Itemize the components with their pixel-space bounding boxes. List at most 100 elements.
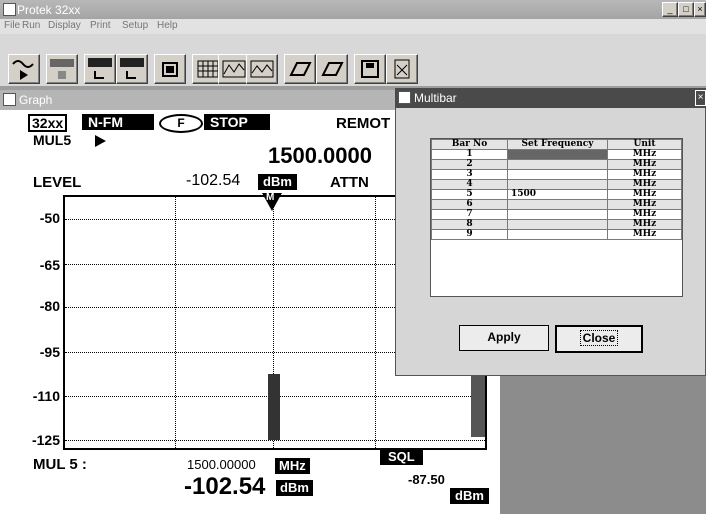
menu-display[interactable]: Display	[48, 20, 81, 31]
bottom-level-unit: dBm	[276, 480, 313, 496]
close-button-label: Close	[579, 330, 619, 346]
table-header: Bar No	[431, 139, 508, 150]
y-tick-label: -50	[39, 210, 60, 226]
bar-number-cell: 3	[431, 169, 508, 180]
unit-cell: MHz	[607, 209, 682, 220]
display-icon[interactable]	[154, 54, 186, 84]
bottom-frequency: 1500.00000	[187, 457, 256, 472]
waveform-play-icon[interactable]	[8, 54, 40, 84]
set-frequency-cell[interactable]	[507, 179, 608, 190]
unit-cell: MHz	[607, 199, 682, 210]
graph-title: Graph	[19, 93, 53, 107]
bottom-mul-label: MUL 5 :	[33, 456, 87, 473]
maximize-button[interactable]: □	[678, 2, 694, 17]
unit-cell: MHz	[607, 169, 682, 180]
marker-label: M	[266, 192, 275, 203]
set-frequency-cell[interactable]: 1500	[507, 189, 608, 200]
grid-line	[175, 197, 176, 448]
freq-up-icon[interactable]	[84, 54, 116, 84]
bottom-level: -102.54	[184, 473, 266, 500]
level-unit: dBm	[258, 174, 297, 190]
y-tick-label: -80	[39, 298, 60, 314]
y-tick-label: -125	[31, 432, 60, 448]
print-icon[interactable]	[284, 54, 316, 84]
set-frequency-cell[interactable]	[507, 199, 608, 210]
graph-window-icon	[3, 93, 16, 106]
set-frequency-cell[interactable]	[507, 209, 608, 220]
frequency-readout: 1500.0000	[268, 143, 372, 168]
y-tick-label: -95	[39, 344, 60, 360]
sql-unit: dBm	[450, 488, 489, 504]
table-row: 6 MHz	[431, 199, 682, 210]
grid-line	[65, 440, 485, 441]
unit-cell: MHz	[607, 159, 682, 170]
multibar-title-bar: Multibar ×	[395, 88, 706, 108]
menu-file[interactable]: File	[4, 20, 20, 31]
multibar-table-container: Bar No Set Frequency Unit 1 MHz 2 MHz 3 MHz 4 M…	[430, 138, 683, 297]
multibar-table-body: 1 MHz 2 MHz 3 MHz 4 MHz 5 1500 MHz 6 MHz 7 MHz 8 MHz 9 MHz	[431, 149, 682, 240]
window-title: Protek 32xx	[17, 3, 81, 17]
level-label: LEVEL	[33, 174, 82, 191]
app-window: Protek 32xx _ □ × File Run Display Print…	[0, 0, 706, 514]
bar-number-cell: 4	[431, 179, 508, 190]
play-marker-icon	[95, 135, 106, 147]
title-bar: Protek 32xx _ □ ×	[0, 0, 706, 19]
unit-cell: MHz	[607, 179, 682, 190]
bar-number-cell: 1	[431, 149, 508, 160]
level-bar	[268, 373, 280, 440]
unit-cell: MHz	[607, 229, 682, 240]
minimize-button[interactable]: _	[662, 2, 678, 17]
table-header: Unit	[607, 139, 682, 150]
print2-icon[interactable]	[316, 54, 348, 84]
level-value: -102.54	[186, 172, 241, 189]
grid-line	[375, 197, 376, 448]
menu-setup[interactable]: Setup	[122, 20, 148, 31]
mul-label: MUL5	[33, 132, 72, 148]
chart-icon[interactable]	[386, 54, 418, 84]
graph2-icon[interactable]	[246, 54, 278, 84]
bar-number-cell: 7	[431, 209, 508, 220]
sql-label: SQL	[380, 449, 423, 465]
menu-bar: File Run Display Print Setup Help	[0, 19, 706, 34]
remote-label: REMOT	[336, 115, 391, 132]
bottom-frequency-unit: MHz	[275, 458, 310, 474]
close-window-button[interactable]: ×	[694, 2, 706, 17]
set-frequency-cell[interactable]	[507, 169, 608, 180]
model-badge: 32xx	[28, 114, 68, 132]
freq-down-icon[interactable]	[116, 54, 148, 84]
run-state-badge: STOP	[204, 114, 270, 130]
table-row: 7 MHz	[431, 209, 682, 220]
table-row: 9 MHz	[431, 229, 682, 240]
table-row: 8 MHz	[431, 219, 682, 230]
table-header: Set Frequency	[507, 139, 608, 150]
stop-icon[interactable]	[46, 54, 78, 84]
y-tick-label: -65	[39, 257, 60, 273]
table-row: 3 MHz	[431, 169, 682, 180]
unit-cell: MHz	[607, 149, 682, 160]
set-frequency-cell[interactable]	[507, 229, 608, 240]
bar-number-cell: 5	[431, 189, 508, 200]
set-frequency-cell[interactable]	[507, 219, 608, 230]
menu-help[interactable]: Help	[157, 20, 178, 31]
y-tick-label: -110	[32, 388, 60, 404]
toolbar	[0, 34, 706, 86]
apply-button[interactable]: Apply	[459, 325, 549, 351]
menu-run[interactable]: Run	[22, 20, 40, 31]
set-frequency-cell[interactable]	[507, 149, 608, 160]
background-area	[500, 376, 706, 514]
set-frequency-cell[interactable]	[507, 159, 608, 170]
bar-number-cell: 6	[431, 199, 508, 210]
bar-number-cell: 8	[431, 219, 508, 230]
bar-number-cell: 9	[431, 229, 508, 240]
table-row: 2 MHz	[431, 159, 682, 170]
multibar-title: Multibar	[414, 91, 457, 105]
bar-number-cell: 2	[431, 159, 508, 170]
unit-cell: MHz	[607, 219, 682, 230]
multibar-close-icon[interactable]: ×	[695, 90, 706, 106]
multibar-table: Bar No Set Frequency Unit 1 MHz 2 MHz 3 MHz 4 M…	[431, 139, 682, 240]
multibar-icon	[398, 91, 411, 104]
menu-print[interactable]: Print	[90, 20, 111, 31]
save-icon[interactable]	[354, 54, 386, 84]
close-button[interactable]: Close	[555, 325, 643, 353]
f-badge: F	[159, 114, 203, 133]
